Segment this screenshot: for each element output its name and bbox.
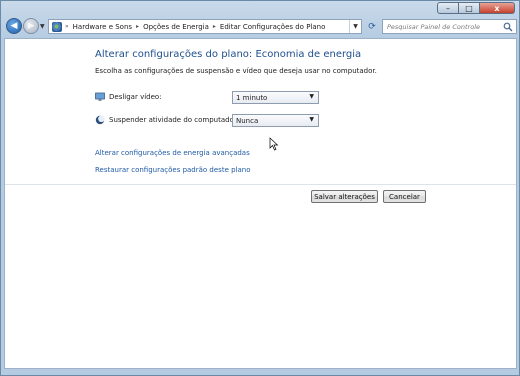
refresh-icon: ⟳: [368, 21, 376, 32]
minimize-button[interactable]: –: [437, 2, 459, 14]
setting-row-display: Desligar vídeo:: [95, 90, 162, 104]
control-panel-icon: [52, 21, 62, 32]
chevron-double-right-icon: »: [65, 23, 69, 30]
arrow-left-icon: ◀: [10, 21, 18, 31]
page-subtitle: Escolha as configurações de suspensão e …: [95, 67, 377, 75]
breadcrumb-hardware[interactable]: Hardware e Sons: [73, 23, 132, 31]
search-icon[interactable]: [503, 22, 513, 32]
search-input[interactable]: [383, 20, 501, 33]
address-dropdown[interactable]: ▼: [349, 20, 361, 33]
chevron-right-icon[interactable]: ▸: [136, 23, 139, 30]
chevron-right-icon[interactable]: ▸: [213, 23, 216, 30]
main-content: Alterar configurações do plano: Economia…: [4, 38, 517, 369]
divider: [5, 184, 516, 185]
chevron-down-icon: ▼: [309, 116, 314, 123]
chevron-down-icon: ▼: [309, 93, 314, 100]
display-off-label: Desligar vídeo:: [109, 93, 162, 101]
breadcrumb-power-options[interactable]: Opções de Energia: [143, 23, 209, 31]
sleep-select[interactable]: Nunca ▼: [232, 114, 319, 127]
display-off-value: 1 minuto: [236, 93, 268, 102]
breadcrumb-edit-plan[interactable]: Editar Configurações do Plano: [220, 23, 325, 31]
close-button[interactable]: x: [479, 2, 515, 14]
search-box[interactable]: [382, 19, 517, 34]
navigation-bar: ◀ ▶ ▼ » Hardware e Sons ▸ Opções de Ener…: [4, 17, 517, 37]
caption-buttons: – □ x: [437, 2, 515, 14]
save-button[interactable]: Salvar alterações: [311, 190, 378, 203]
setting-row-sleep: Suspender atividade do computador:: [95, 113, 239, 127]
arrow-right-icon: ▶: [27, 21, 35, 31]
monitor-icon: [95, 92, 105, 101]
maximize-button[interactable]: □: [459, 2, 479, 14]
forward-button[interactable]: ▶: [23, 18, 39, 34]
display-off-select[interactable]: 1 minuto ▼: [232, 91, 319, 104]
mouse-cursor-icon: [269, 137, 279, 151]
restore-defaults-link[interactable]: Restaurar configurações padrão deste pla…: [95, 166, 251, 174]
refresh-button[interactable]: ⟳: [364, 19, 380, 34]
sleep-label: Suspender atividade do computador:: [109, 116, 239, 124]
moon-sleep-icon: [95, 115, 105, 125]
address-bar[interactable]: » Hardware e Sons ▸ Opções de Energia ▸ …: [48, 19, 362, 34]
window: – □ x ◀ ▶ ▼ » Hardware e Sons ▸ Opções d…: [0, 0, 520, 376]
recent-pages-dropdown[interactable]: ▼: [40, 23, 45, 30]
sleep-value: Nunca: [236, 116, 259, 125]
cancel-button[interactable]: Cancelar: [383, 190, 426, 203]
back-button[interactable]: ◀: [6, 18, 22, 34]
advanced-settings-link[interactable]: Alterar configurações de energia avançad…: [95, 149, 250, 157]
page-title: Alterar configurações do plano: Economia…: [95, 49, 362, 60]
